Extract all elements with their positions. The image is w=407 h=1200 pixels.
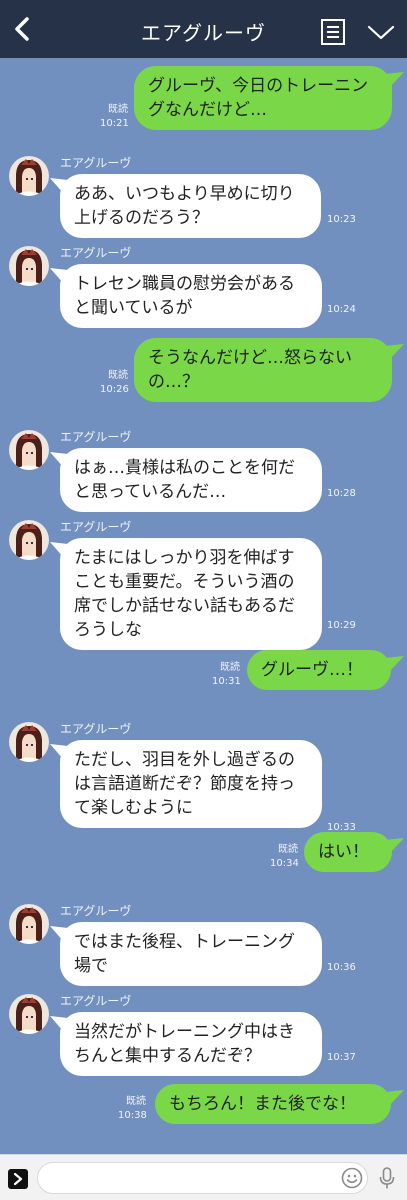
read-receipt: 既読: [126, 1096, 146, 1107]
avatar[interactable]: [9, 994, 49, 1034]
bubble-tail: [385, 656, 404, 672]
message-bubble[interactable]: はぁ…貴様は私のことを何だと思っているんだ…: [60, 448, 322, 512]
sender-name: エアグルーヴ: [60, 156, 132, 170]
read-receipt: 既読: [220, 662, 240, 673]
message-time: 10:38: [118, 1110, 147, 1121]
message-row: エアグルーヴ たまにはしっかり羽を伸ばすことも重要だ。そういう酒の席でしか話せな…: [0, 518, 407, 650]
message-row: エアグルーヴ ではまた後程、トレーニング場で 10:36: [0, 902, 407, 986]
notes-icon[interactable]: [320, 18, 346, 46]
avatar[interactable]: [9, 246, 49, 286]
bubble-tail: [385, 1090, 404, 1106]
message-bubble[interactable]: ではまた後程、トレーニング場で: [60, 922, 322, 986]
message-row: エアグルーヴ 当然だがトレーニング中はきちんと集中するんだぞ？ 10:37: [0, 992, 407, 1076]
read-receipt: 既読: [108, 370, 128, 381]
message-bubble[interactable]: トレセン職員の慰労会があると聞いているが: [60, 264, 322, 328]
message-time: 10:24: [327, 304, 356, 315]
message-time: 10:36: [327, 962, 356, 973]
microphone-icon[interactable]: [378, 1166, 396, 1190]
avatar[interactable]: [9, 722, 49, 762]
message-bubble[interactable]: ああ、いつもより早めに切り上げるのだろう？: [60, 174, 321, 238]
message-time: 10:37: [327, 1052, 356, 1063]
emoji-icon[interactable]: [341, 1167, 363, 1189]
message-row: エアグルーヴ ただし、羽目を外し過ぎるのは言語道断だぞ？節度を持って楽しむように…: [0, 720, 407, 838]
message-bubble[interactable]: たまにはしっかり羽を伸ばすことも重要だ。そういう酒の席でしか話せない話もあるだろ…: [60, 538, 322, 650]
chevron-right-icon: [13, 1172, 23, 1186]
message-row: エアグルーヴ ああ、いつもより早めに切り上げるのだろう？ 10:23: [0, 154, 407, 238]
avatar[interactable]: [9, 520, 49, 560]
message-bubble[interactable]: 当然だがトレーニング中はきちんと集中するんだぞ？: [60, 1012, 322, 1076]
sender-name: エアグルーヴ: [60, 246, 132, 260]
avatar[interactable]: [9, 156, 49, 196]
message-time: 10:34: [270, 858, 299, 869]
avatar[interactable]: [9, 904, 49, 944]
expand-menu-button[interactable]: [8, 1169, 28, 1189]
message-time: 10:23: [327, 214, 356, 225]
message-bubble[interactable]: グルーヴ、今日のトレーニングなんだけど…: [134, 66, 392, 130]
bubble-tail: [385, 838, 404, 854]
message-bubble[interactable]: ただし、羽目を外し過ぎるのは言語道断だぞ？節度を持って楽しむように: [60, 740, 322, 828]
bubble-tail: [385, 344, 404, 360]
sender-name: エアグルーヴ: [60, 994, 132, 1008]
chevron-down-icon[interactable]: [366, 22, 396, 42]
message-time: 10:21: [100, 118, 129, 129]
sender-name: エアグルーヴ: [60, 722, 132, 736]
sender-name: エアグルーヴ: [60, 430, 132, 444]
bubble-tail: [385, 72, 404, 88]
message-bubble[interactable]: グルーヴ…！: [247, 650, 391, 690]
message-bubble[interactable]: そうなんだけど…怒らないの…？: [134, 338, 392, 402]
message-row: 既読 10:21 グルーヴ、今日のトレーニングなんだけど…: [0, 66, 407, 130]
read-receipt: 既読: [108, 104, 128, 115]
read-receipt: 既読: [278, 844, 298, 855]
message-row: 既読 10:34 はい！: [0, 832, 407, 872]
message-input[interactable]: [37, 1162, 368, 1194]
sender-name: エアグルーヴ: [60, 904, 132, 918]
message-row: 既読 10:38 もちろん！また後でな！: [0, 1084, 407, 1124]
message-row: 既読 10:31 グルーヴ…！: [0, 650, 407, 690]
message-row: エアグルーヴ はぁ…貴様は私のことを何だと思っているんだ… 10:28: [0, 428, 407, 512]
message-list[interactable]: 既読 10:21 グルーヴ、今日のトレーニングなんだけど… エアグルーヴ ああ、…: [0, 58, 407, 1154]
message-row: 既読 10:26 そうなんだけど…怒らないの…？: [0, 338, 407, 402]
message-row: エアグルーヴ トレセン職員の慰労会があると聞いているが 10:24: [0, 244, 407, 328]
avatar[interactable]: [9, 430, 49, 470]
sender-name: エアグルーヴ: [60, 520, 132, 534]
message-bubble[interactable]: もちろん！また後でな！: [155, 1084, 391, 1124]
message-bubble[interactable]: はい！: [304, 832, 392, 872]
message-time: 10:28: [327, 488, 356, 499]
chat-header: エアグルーヴ: [0, 0, 407, 58]
message-input-bar: [0, 1154, 407, 1200]
message-time: 10:26: [100, 384, 129, 395]
message-time: 10:31: [212, 676, 241, 687]
message-time: 10:29: [327, 620, 356, 631]
